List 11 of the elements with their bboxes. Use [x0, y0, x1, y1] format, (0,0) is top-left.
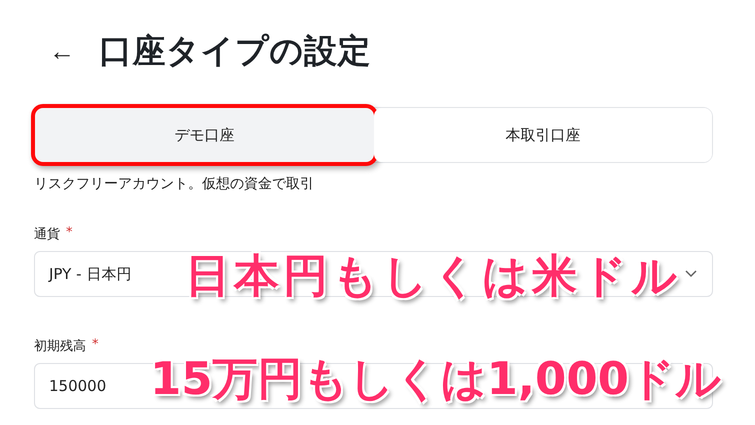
description-text: リスクフリーアカウント。仮想の資金で取引 — [34, 175, 315, 193]
account-type-tab[interactable]: 本取引口座 — [374, 108, 712, 162]
annotation-text: 15万円もしくは1,000ドル — [150, 351, 721, 407]
field-label: 通貨 — [34, 226, 60, 243]
field-label: 初期残高 — [34, 338, 86, 355]
chevron-down-icon — [684, 269, 698, 279]
required-mark: * — [92, 337, 98, 354]
page-title: 口座タイプの設定 — [99, 30, 371, 72]
account-type-tab[interactable]: デモ口座 — [35, 108, 374, 162]
back-button[interactable]: ← — [49, 38, 75, 64]
required-mark: * — [66, 225, 72, 242]
